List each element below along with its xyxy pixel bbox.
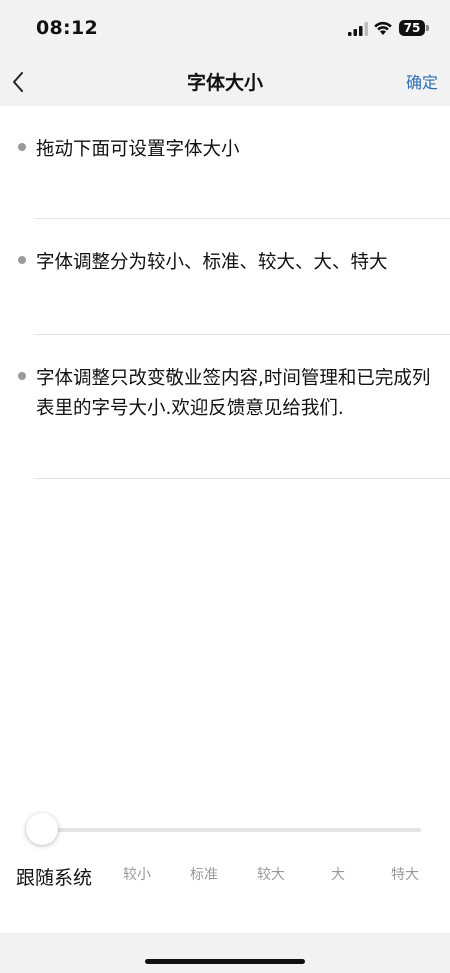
font-size-slider-thumb[interactable] (26, 813, 58, 845)
tips-list: 拖动下面可设置字体大小 字体调整分为较小、标准、较大、大、特大 字体调整只改变敬… (0, 106, 450, 479)
status-bar: 08:12 75 (0, 0, 450, 56)
nav-bar: 字体大小 确定 (0, 56, 450, 106)
battery-indicator: 75 (399, 20, 425, 36)
confirm-button[interactable]: 确定 (406, 69, 438, 93)
size-option-large[interactable]: 大 (313, 864, 363, 884)
tip-text: 拖动下面可设置字体大小 (36, 139, 240, 160)
size-option-smaller[interactable]: 较小 (112, 864, 162, 884)
bullet-dot (18, 143, 26, 151)
list-item: 字体调整只改变敬业签内容,时间管理和已完成列表里的字号大小.欢迎反馈意见给我们. (0, 335, 450, 479)
battery-tip (426, 25, 429, 31)
font-size-slider-track[interactable] (40, 828, 421, 832)
bullet-dot (18, 372, 26, 380)
home-indicator[interactable] (145, 959, 305, 964)
signal-icon (348, 22, 368, 36)
wifi-icon (374, 21, 392, 35)
tip-text: 字体调整分为较小、标准、较大、大、特大 (36, 252, 388, 273)
list-item: 字体调整分为较小、标准、较大、大、特大 (0, 219, 450, 335)
page-title: 字体大小 (186, 72, 263, 94)
status-time: 08:12 (36, 17, 98, 39)
bottom-bar (0, 933, 450, 973)
size-option-extra-large[interactable]: 特大 (380, 864, 430, 884)
bullet-dot (18, 256, 26, 264)
follow-system-option[interactable]: 跟随系统 (16, 863, 92, 890)
size-option-standard[interactable]: 标准 (179, 864, 229, 884)
tip-text: 字体调整只改变敬业签内容,时间管理和已完成列表里的字号大小.欢迎反馈意见给我们. (36, 368, 431, 419)
divider-inset (0, 478, 34, 479)
list-item: 拖动下面可设置字体大小 (0, 106, 450, 219)
size-option-larger[interactable]: 较大 (246, 864, 296, 884)
